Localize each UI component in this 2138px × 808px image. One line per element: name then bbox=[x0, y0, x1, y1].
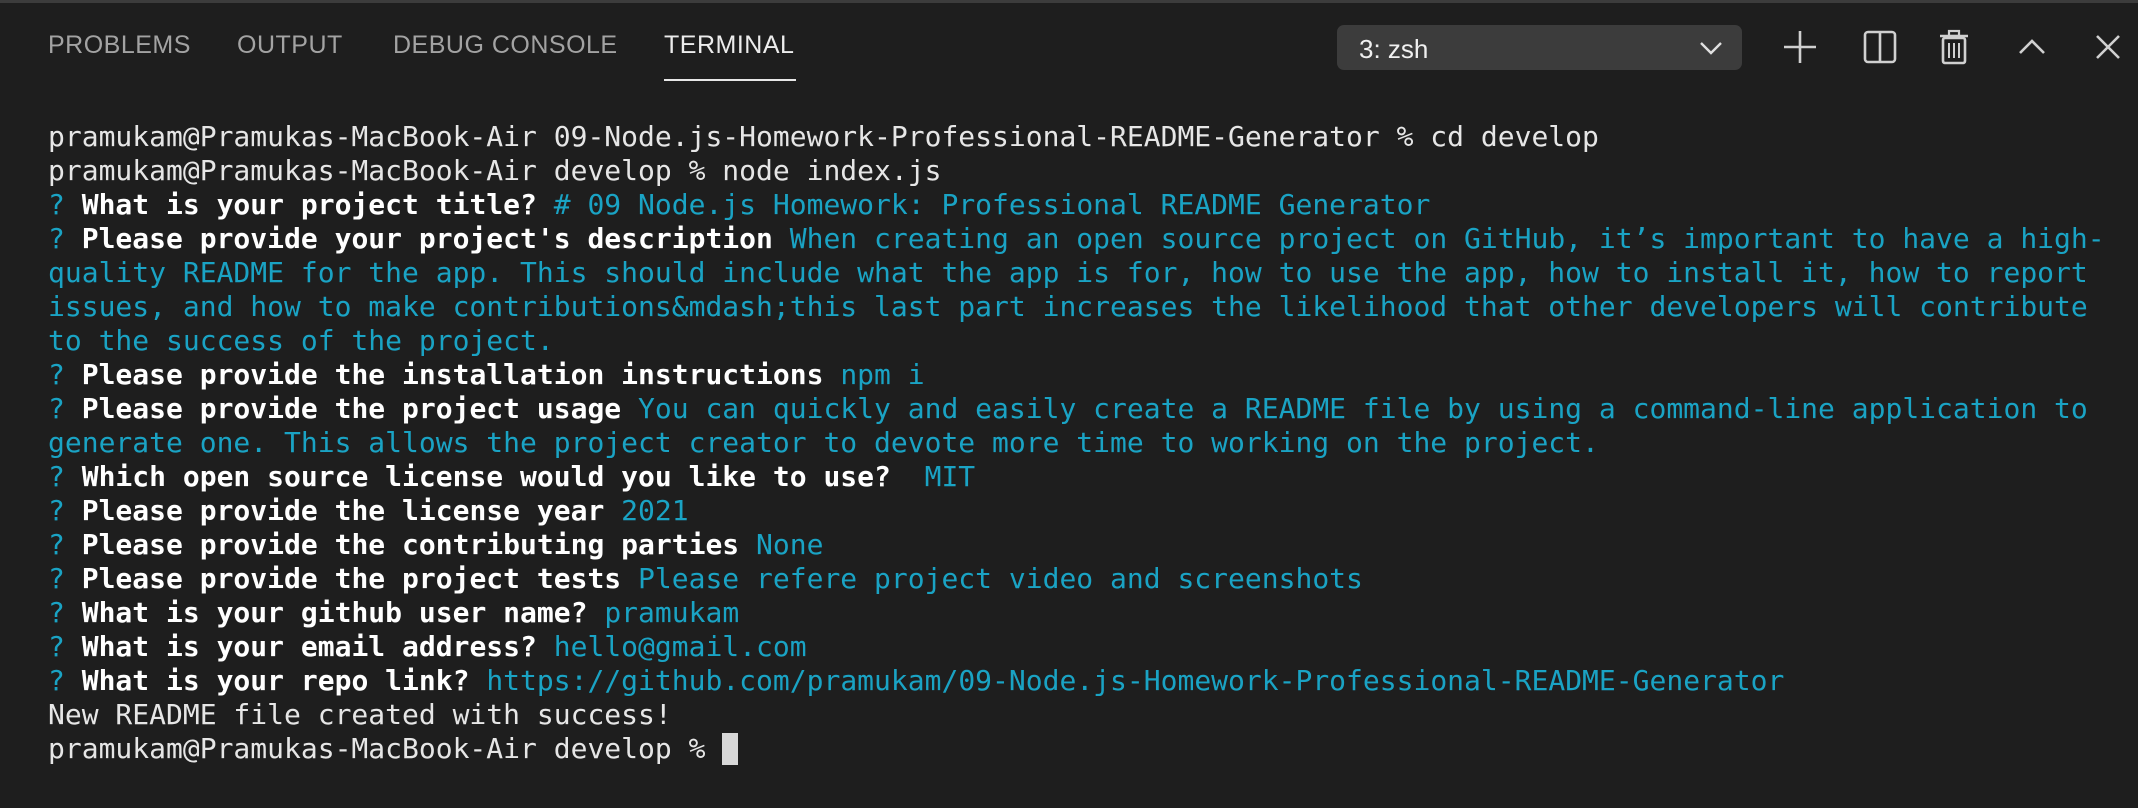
terminal-line: ? Please provide the license year 2021 bbox=[48, 494, 689, 528]
question-text: Please provide the license year bbox=[81, 494, 605, 527]
answer-text: npm i bbox=[840, 358, 925, 391]
panel-tabbar: PROBLEMS OUTPUT DEBUG CONSOLE TERMINAL 3… bbox=[0, 3, 2138, 85]
prompt-text: pramukam@Pramukas-MacBook-Air 09-Node.js… bbox=[48, 120, 1599, 153]
question-mark: ? bbox=[48, 494, 65, 527]
question-text: Please provide your project's descriptio… bbox=[81, 222, 773, 255]
tab-output[interactable]: OUTPUT bbox=[237, 31, 343, 60]
answer-text: When creating an open source project on … bbox=[789, 222, 2105, 255]
plus-icon[interactable] bbox=[1780, 27, 1820, 67]
question-mark: ? bbox=[48, 460, 65, 493]
terminal-line: pramukam@Pramukas-MacBook-Air develop % bbox=[48, 732, 739, 766]
terminal-line: ? Please provide your project's descript… bbox=[48, 222, 2105, 256]
question-text: Please provide the project usage bbox=[81, 392, 622, 425]
terminal-line: ? Please provide the installation instru… bbox=[48, 358, 925, 392]
answer-text: Please refere project video and screensh… bbox=[638, 562, 1363, 595]
split-icon[interactable] bbox=[1860, 27, 1900, 67]
terminal-line: pramukam@Pramukas-MacBook-Air 09-Node.js… bbox=[48, 120, 1599, 154]
terminal-line: ? Please provide the contributing partie… bbox=[48, 528, 823, 562]
terminal-output[interactable]: pramukam@Pramukas-MacBook-Air 09-Node.js… bbox=[0, 120, 2138, 780]
terminal-cursor bbox=[722, 733, 739, 765]
prompt-text: pramukam@Pramukas-MacBook-Air develop % … bbox=[48, 154, 942, 187]
question-mark: ? bbox=[48, 392, 65, 425]
terminal-line: New README file created with success! bbox=[48, 698, 672, 732]
trash-icon[interactable] bbox=[1934, 27, 1974, 67]
question-mark: ? bbox=[48, 630, 65, 663]
terminal-line: ? Please provide the project usage You c… bbox=[48, 392, 2088, 426]
answer-text: MIT bbox=[907, 460, 976, 493]
question-text: Please provide the installation instruct… bbox=[81, 358, 824, 391]
tab-terminal[interactable]: TERMINAL bbox=[664, 31, 794, 60]
question-mark: ? bbox=[48, 562, 65, 595]
terminal-line: pramukam@Pramukas-MacBook-Air develop % … bbox=[48, 154, 941, 188]
question-text: What is your project title? bbox=[81, 188, 537, 221]
answer-text: pramukam bbox=[604, 596, 740, 629]
tab-debug-console[interactable]: DEBUG CONSOLE bbox=[393, 31, 618, 60]
terminal-line: to the success of the project. bbox=[48, 324, 554, 358]
answer-text: generate one. This allows the project cr… bbox=[48, 426, 1599, 459]
answer-text: issues, and how to make contributions&md… bbox=[48, 290, 2088, 323]
answer-text: None bbox=[756, 528, 824, 561]
success-message: New README file created with success! bbox=[48, 698, 672, 731]
terminal-line: quality README for the app. This should … bbox=[48, 256, 2088, 290]
question-mark: ? bbox=[48, 528, 65, 561]
terminal-select-value: 3: zsh bbox=[1359, 34, 1429, 64]
question-text: Please provide the project tests bbox=[81, 562, 622, 595]
terminal-line: generate one. This allows the project cr… bbox=[48, 426, 1599, 460]
terminal-line: ? What is your repo link? https://github… bbox=[48, 664, 1784, 698]
tab-problems[interactable]: PROBLEMS bbox=[48, 31, 191, 60]
terminal-line: issues, and how to make contributions&md… bbox=[48, 290, 2088, 324]
prompt-text: pramukam@Pramukas-MacBook-Air develop % bbox=[48, 732, 723, 765]
terminal-line: ? What is your project title? # 09 Node.… bbox=[48, 188, 1430, 222]
question-text: Which open source license would you like… bbox=[81, 460, 891, 493]
question-text: What is your github user name? bbox=[81, 596, 588, 629]
question-mark: ? bbox=[48, 596, 65, 629]
answer-text: You can quickly and easily create a READ… bbox=[638, 392, 2088, 425]
answer-text: # 09 Node.js Homework: Professional READ… bbox=[553, 188, 1431, 221]
answer-text: hello@gmail.com bbox=[553, 630, 807, 663]
question-text: What is your repo link? bbox=[81, 664, 470, 697]
terminal-line: ? Please provide the project tests Pleas… bbox=[48, 562, 1363, 596]
terminal-line: ? Which open source license would you li… bbox=[48, 460, 975, 494]
question-text: Please provide the contributing parties bbox=[81, 528, 740, 561]
chevron-up-icon[interactable] bbox=[2012, 27, 2052, 67]
answer-text: 2021 bbox=[621, 494, 689, 527]
question-mark: ? bbox=[48, 188, 65, 221]
question-mark: ? bbox=[48, 358, 65, 391]
question-text: What is your email address? bbox=[81, 630, 537, 663]
active-tab-indicator bbox=[664, 79, 796, 81]
terminal-line: ? What is your github user name? pramuka… bbox=[48, 596, 739, 630]
answer-text: https://github.com/pramukam/09-Node.js-H… bbox=[486, 664, 1785, 697]
close-icon[interactable] bbox=[2088, 27, 2128, 67]
question-mark: ? bbox=[48, 222, 65, 255]
chevron-down-icon bbox=[1698, 37, 1724, 59]
question-mark: ? bbox=[48, 664, 65, 697]
terminal-select-dropdown[interactable]: 3: zsh bbox=[1337, 25, 1742, 70]
answer-text: quality README for the app. This should … bbox=[48, 256, 2088, 289]
answer-text: to the success of the project. bbox=[48, 324, 554, 357]
terminal-line: ? What is your email address? hello@gmai… bbox=[48, 630, 807, 664]
